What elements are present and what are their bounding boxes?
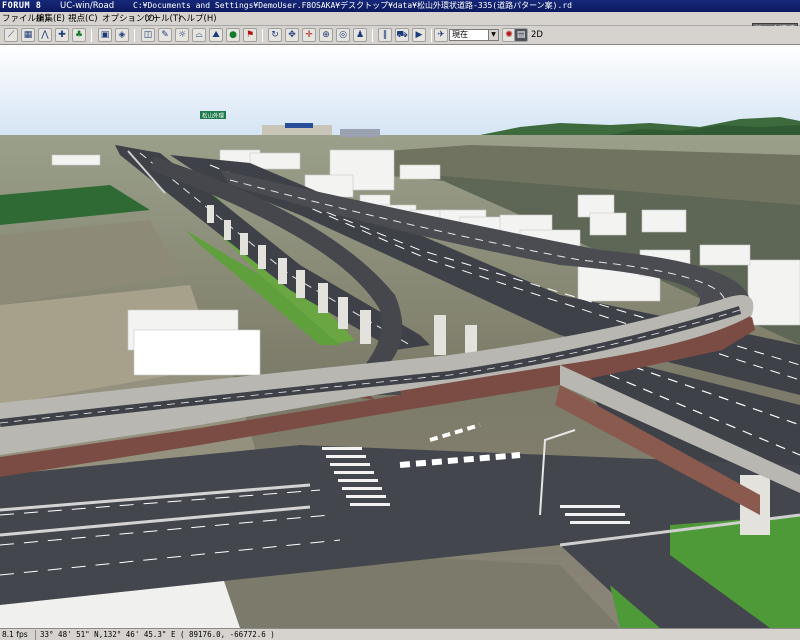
light-icon[interactable]: ☼ (175, 28, 189, 42)
intersection-icon[interactable]: ✚ (55, 28, 69, 42)
mode-2d-button[interactable]: 2D (528, 29, 546, 42)
move-icon[interactable]: ✛ (302, 28, 316, 42)
scene-render: 松山外環 (0, 45, 800, 628)
zoom-icon[interactable]: ⊕ (319, 28, 333, 42)
camera-icon[interactable]: ◫ (141, 28, 155, 42)
coordinates-readout: 33° 48' 51" N,132° 46' 45.3" E ( 89176.0… (40, 630, 275, 639)
pause-icon[interactable]: ‖ (378, 28, 392, 42)
toolbar-separator (431, 29, 432, 42)
toolbar-separator (372, 29, 373, 42)
svg-text:松山外環: 松山外環 (202, 112, 225, 120)
status-bar: 8.1 fps 33° 48' 51" N,132° 46' 45.3" E (… (0, 628, 800, 640)
title-bar[interactable]: FORUM 8 UC-win/Road C:¥Documents and Set… (0, 0, 800, 12)
toolbar-separator (91, 29, 92, 42)
texture-icon[interactable]: ◈ (115, 28, 129, 42)
app-logo: FORUM 8 (2, 1, 42, 11)
menu-edit[interactable]: 編集(E) (36, 12, 65, 26)
toolbar-separator (262, 29, 263, 42)
script-icon[interactable]: ✎ (158, 28, 172, 42)
app-window: FORUM 8 UC-win/Road C:¥Documents and Set… (0, 0, 800, 640)
vehicle-icon[interactable]: ● (226, 28, 240, 42)
map-icon[interactable]: ▦ (21, 28, 35, 42)
terrain-icon[interactable]: ⛰ (209, 28, 223, 42)
file-path: C:¥Documents and Settings¥DemoUser.F8OSA… (133, 1, 572, 10)
cross-section-icon[interactable]: ⌓ (192, 28, 206, 42)
view-select-value: 現在 (452, 30, 468, 39)
flag-icon[interactable]: ⚑ (243, 28, 257, 42)
pan-icon[interactable]: ✥ (285, 28, 299, 42)
line-tool-icon[interactable]: ⟋ (4, 28, 18, 42)
rotate-icon[interactable]: ↻ (268, 28, 282, 42)
status-divider (35, 630, 36, 640)
sky (0, 45, 800, 137)
orbit-icon[interactable]: ◎ (336, 28, 350, 42)
menu-bar: ファイル(F) 編集(E) 視点(C) オプション(O) ツール(T) ヘルプ(… (0, 12, 800, 36)
menu-tools[interactable]: ツール(T) (144, 12, 181, 26)
fly-icon[interactable]: ✈ (434, 28, 448, 42)
road-icon[interactable]: ⋀ (38, 28, 52, 42)
fps-readout: 8.1 fps (2, 630, 28, 639)
play-icon[interactable]: ▶ (412, 28, 426, 42)
toolbar-separator (134, 29, 135, 42)
road-sign: 松山外環 (200, 111, 226, 120)
scene-icon[interactable]: ▤ (514, 28, 528, 42)
tool-bar: ⟋ ▦ ⋀ ✚ ♣ ▣ ◈ ◫ ✎ ☼ ⌓ ⛰ ● ⚑ ↻ ✥ ✛ ⊕ ◎ ♟ … (0, 26, 800, 45)
view-select[interactable]: 現在 ▼ (449, 29, 499, 41)
walk-icon[interactable]: ♟ (353, 28, 367, 42)
model-icon[interactable]: ▣ (98, 28, 112, 42)
menu-help[interactable]: ヘルプ(H) (178, 12, 217, 26)
3d-viewport[interactable]: 松山外環 (0, 45, 800, 628)
app-name: UC-win/Road (60, 1, 115, 11)
chevron-down-icon[interactable]: ▼ (488, 30, 498, 40)
tree-icon[interactable]: ♣ (72, 28, 86, 42)
drive-icon[interactable]: ⛟ (395, 28, 409, 42)
menu-view[interactable]: 視点(C) (68, 12, 98, 26)
